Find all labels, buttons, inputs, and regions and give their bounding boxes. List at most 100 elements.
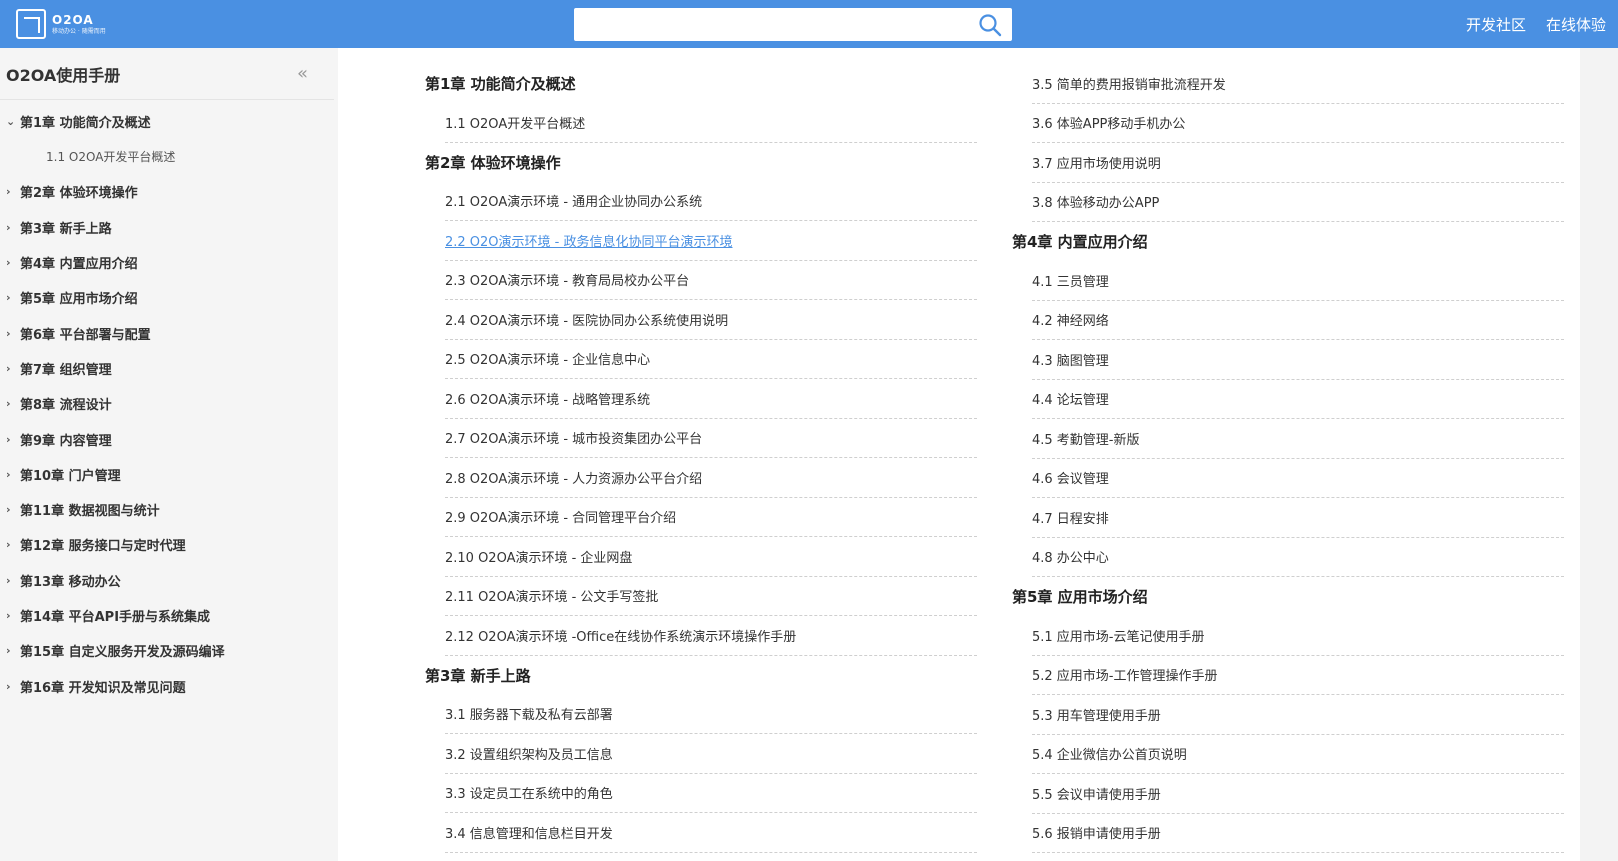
sidebar: O2OA使用手册 « ⌄ 第1章 功能简介及概述 1.1 O2OA开发平台概述 › 第2… [0,48,338,861]
sidebar-chapter-7[interactable]: › 第7章 组织管理 [0,351,338,386]
sidebar-chapter-9[interactable]: › 第9章 内容管理 [0,421,338,456]
chevron-right-icon: › [6,291,11,305]
toc-chapter-heading: 第4章 内置应用介绍 [1012,233,1148,251]
toc-section-link[interactable]: 3.6 体验APP移动手机办公 [1032,104,1564,143]
toc-section-link[interactable]: 2.1 O2OA演示环境 - 通用企业协同办公系统 [445,182,977,221]
search-input[interactable] [574,8,964,41]
toc-section-link[interactable]: 5.2 应用市场-工作管理操作手册 [1032,656,1564,695]
toc-section-link[interactable]: 2.2 O2O演示环境 - 政务信息化协同平台演示环境 [445,221,977,261]
chevron-right-icon: › [6,326,11,340]
sidebar-chapter-label: 第16章 开发知识及常见问题 [20,680,186,696]
chevron-right-icon: › [6,361,11,375]
toc-section-link[interactable]: 5.6 报销申请使用手册 [1032,814,1564,853]
right-gutter [1580,48,1618,861]
toc-section-link[interactable]: 4.8 办公中心 [1032,538,1564,577]
sidebar-chapter-13[interactable]: › 第13章 移动办公 [0,563,338,598]
sidebar-chapter-10[interactable]: › 第10章 门户管理 [0,457,338,492]
toc-chapter-heading: 第3章 新手上路 [425,666,531,685]
toc-left-column: 第1章 功能简介及概述 1.1 O2OA开发平台概述第2章 体验环境操作 2.1 O… [425,64,977,853]
toc-section-link[interactable]: 2.12 O2OA演示环境 -Office在线协作系统演示环境操作手册 [445,616,977,656]
sidebar-chapter-8[interactable]: › 第8章 流程设计 [0,386,338,421]
sidebar-header: O2OA使用手册 « [0,48,334,100]
toc-section-link[interactable]: 2.7 O2OA演示环境 - 城市投资集团办公平台 [445,419,977,458]
top-bar: O2OA 移动办公 · 随需而用 开发社区 在线体验 [0,0,1618,48]
toc-chapter-heading: 第1章 功能简介及概述 [425,75,576,93]
link-online-demo[interactable]: 在线体验 [1546,14,1606,35]
sidebar-chapter-label: 第4章 内置应用介绍 [20,257,138,273]
sidebar-chapter-1[interactable]: ⌄ 第1章 功能简介及概述 [0,104,338,139]
sidebar-chapter-label: 第13章 移动办公 [20,574,121,590]
toc-section-link[interactable]: 5.3 用车管理使用手册 [1032,695,1564,735]
sidebar-chapter-label: 第3章 新手上路 [20,221,112,237]
chevron-right-icon: › [6,256,11,270]
toc-section-link[interactable]: 2.5 O2OA演示环境 - 企业信息中心 [445,340,977,379]
logo-slogan: 移动办公 · 随需而用 [52,27,106,35]
toc-section-link[interactable]: 2.9 O2OA演示环境 - 合同管理平台介绍 [445,498,977,537]
toc-right-column: 3.5 简单的费用报销审批流程开发 3.6 体验APP移动手机办公 3.7 应用市场… [1012,64,1564,853]
toc-section-link[interactable]: 5.4 企业微信办公首页说明 [1032,735,1564,774]
search-box [574,8,1012,41]
toc-chapter-heading: 第5章 应用市场介绍 [1012,588,1148,606]
chevron-right-icon: › [6,609,11,622]
toc-section-link[interactable]: 3.3 设定员工在系统中的角色 [445,774,977,813]
sidebar-chapter-15[interactable]: › 第15章 自定义服务开发及源码编译 [0,633,338,668]
sidebar-chapter-label: 第1章 功能简介及概述 [20,116,151,132]
sidebar-chapter-6[interactable]: › 第6章 平台部署与配置 [0,315,338,350]
chevron-right-icon: › [6,185,11,199]
toc-section-link[interactable]: 2.11 O2OA演示环境 - 公文手写签批 [445,577,977,616]
sidebar-chapter-label: 第15章 自定义服务开发及源码编译 [20,645,225,661]
toc-section-link[interactable]: 4.6 会议管理 [1032,459,1564,498]
o2oa-logo[interactable]: O2OA 移动办公 · 随需而用 [16,8,106,40]
toc-chapter-heading: 第2章 体验环境操作 [425,153,561,172]
chevron-right-icon: › [6,573,11,587]
chevron-right-icon: › [6,220,11,234]
logo-icon [16,9,46,39]
sidebar-chapter-16[interactable]: › 第16章 开发知识及常见问题 [0,668,338,703]
sidebar-chapter-2[interactable]: › 第2章 体验环境操作 [0,174,338,209]
toc-section-link[interactable]: 4.3 脑图管理 [1032,340,1564,380]
chevron-right-icon: › [6,503,11,517]
sidebar-title: O2OA使用手册 [6,65,121,85]
collapse-sidebar-icon[interactable]: « [297,63,308,84]
sidebar-chapter-3[interactable]: › 第3章 新手上路 [0,210,338,245]
toc-section-link[interactable]: 3.4 信息管理和信息栏目开发 [445,813,977,853]
sidebar-chapter-label: 第11章 数据视图与统计 [20,504,160,520]
toc-section-link[interactable]: 3.2 设置组织架构及员工信息 [445,734,977,774]
sidebar-chapter-label: 第2章 体验环境操作 [20,186,138,202]
chevron-right-icon: › [6,679,11,693]
sidebar-chapter-label: 第8章 流程设计 [20,398,112,414]
sidebar-chapter-4[interactable]: › 第4章 内置应用介绍 [0,245,338,280]
chevron-right-icon: › [6,644,11,658]
sidebar-chapter-label: 第9章 内容管理 [20,433,112,449]
toc-section-link[interactable]: 2.8 O2OA演示环境 - 人力资源办公平台介绍 [445,458,977,498]
sidebar-chapter-label: 第12章 服务接口与定时代理 [20,539,186,555]
sidebar-chapter-11[interactable]: › 第11章 数据视图与统计 [0,492,338,527]
sidebar-subitem-1-1[interactable]: 1.1 O2OA开发平台概述 [0,139,338,174]
toc-section-link[interactable]: 4.1 三员管理 [1032,261,1564,301]
toc-section-link[interactable]: 2.4 O2OA演示环境 - 医院协同办公系统使用说明 [445,300,977,340]
toc-section-link[interactable]: 1.1 O2OA开发平台概述 [445,103,977,143]
toc-section-link[interactable]: 2.10 O2OA演示环境 - 企业网盘 [445,537,977,577]
link-dev-community[interactable]: 开发社区 [1466,14,1526,35]
sidebar-chapter-label: 第5章 应用市场介绍 [20,292,138,308]
chevron-right-icon: › [6,397,11,411]
toc-section-link[interactable]: 2.3 O2OA演示环境 - 教育局局校办公平台 [445,261,977,300]
toc-section-link[interactable]: 5.5 会议申请使用手册 [1032,774,1564,814]
chevron-right-icon: › [6,432,11,446]
sidebar-chapter-5[interactable]: › 第5章 应用市场介绍 [0,280,338,315]
toc-section-link[interactable]: 3.7 应用市场使用说明 [1032,143,1564,183]
toc-section-link[interactable]: 4.7 日程安排 [1032,498,1564,538]
chevron-right-icon: › [6,538,11,552]
toc-section-link[interactable]: 3.5 简单的费用报销审批流程开发 [1032,64,1564,104]
toc-section-link[interactable]: 5.1 应用市场-云笔记使用手册 [1032,616,1564,656]
toc-section-link[interactable]: 3.1 服务器下载及私有云部署 [445,695,977,734]
toc-section-link[interactable]: 4.4 论坛管理 [1032,380,1564,419]
sidebar-chapter-12[interactable]: › 第12章 服务接口与定时代理 [0,527,338,562]
sidebar-chapter-label: 第7章 组织管理 [20,362,112,378]
toc-section-link[interactable]: 2.6 O2OA演示环境 - 战略管理系统 [445,379,977,419]
toc-section-link[interactable]: 4.2 神经网络 [1032,301,1564,340]
toc-section-link[interactable]: 3.8 体验移动办公APP [1032,183,1564,222]
search-icon[interactable] [978,13,1002,37]
sidebar-chapter-14[interactable]: › 第14章 平台API手册与系统集成 [0,598,338,633]
toc-section-link[interactable]: 4.5 考勤管理-新版 [1032,419,1564,459]
